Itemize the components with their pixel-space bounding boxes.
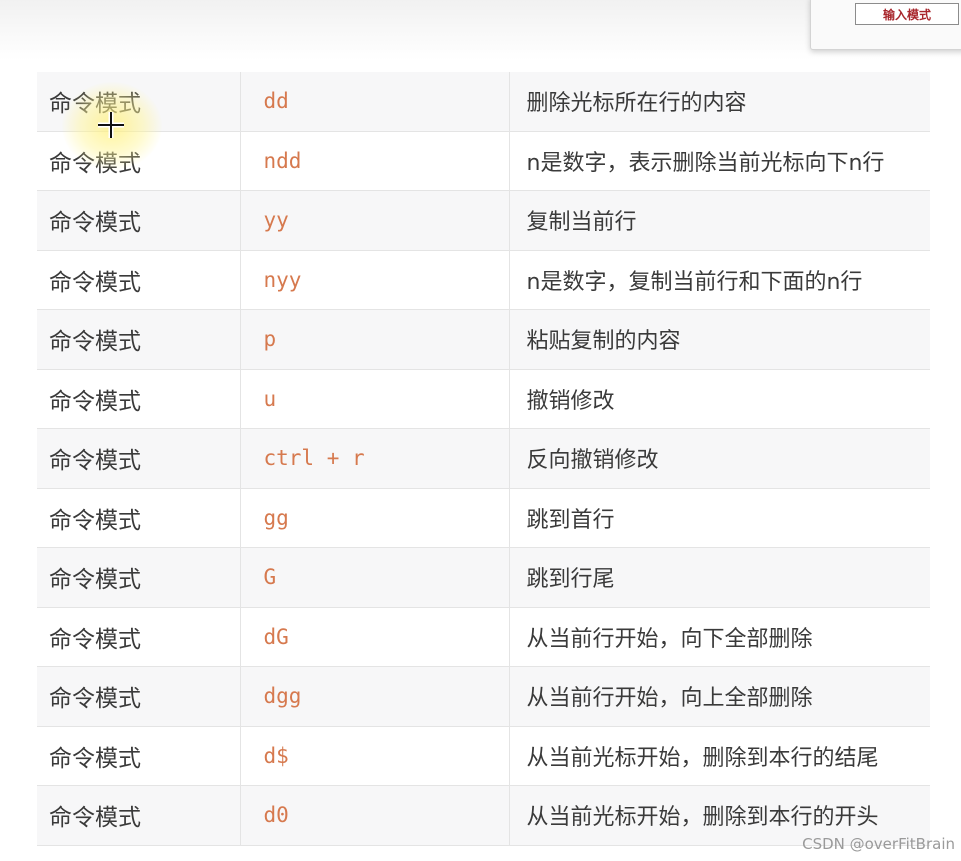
mode-indicator-panel: 输入模式	[810, 0, 961, 50]
mode-cell: 命令模式	[37, 369, 241, 429]
description-cell: 撤销修改	[509, 369, 930, 429]
description-cell: 粘贴复制的内容	[509, 309, 930, 370]
mode-cell: 命令模式	[37, 428, 241, 489]
command-cell: ctrl + r	[240, 428, 510, 489]
command-cell: nyy	[240, 250, 510, 310]
command-cell: ndd	[240, 131, 510, 191]
command-cell: dgg	[240, 666, 510, 727]
command-cell: dd	[240, 72, 510, 132]
table-row: 命令模式 d$ 从当前光标开始，删除到本行的结尾	[37, 726, 930, 786]
mode-cell: 命令模式	[37, 726, 241, 786]
command-cell: d0	[240, 785, 510, 846]
command-cell: u	[240, 369, 510, 429]
description-cell: 跳到行尾	[509, 547, 930, 608]
mode-cell: 命令模式	[37, 190, 241, 251]
table-row: 命令模式 gg 跳到首行	[37, 488, 930, 548]
description-cell: 复制当前行	[509, 190, 930, 251]
command-cell: gg	[240, 488, 510, 548]
description-cell: n是数字，复制当前行和下面的n行	[509, 250, 930, 310]
mode-cell: 命令模式	[37, 785, 241, 846]
mode-cell: 命令模式	[37, 131, 241, 191]
description-cell: n是数字，表示删除当前光标向下n行	[509, 131, 930, 191]
mode-cell: 命令模式	[37, 666, 241, 727]
mode-cell: 命令模式	[37, 72, 241, 132]
command-cell: dG	[240, 607, 510, 667]
mode-cell: 命令模式	[37, 250, 241, 310]
table-row: 命令模式 ctrl + r 反向撤销修改	[37, 428, 930, 489]
table-row: 命令模式 p 粘贴复制的内容	[37, 309, 930, 370]
table-row: 命令模式 d0 从当前光标开始，删除到本行的开头	[37, 785, 930, 846]
description-cell: 从当前行开始，向上全部删除	[509, 666, 930, 727]
description-cell: 从当前光标开始，删除到本行的结尾	[509, 726, 930, 786]
table-row: 命令模式 ndd n是数字，表示删除当前光标向下n行	[37, 131, 930, 191]
watermark: CSDN @overFitBrain	[802, 835, 955, 853]
description-cell: 从当前行开始，向下全部删除	[509, 607, 930, 667]
table-row: 命令模式 nyy n是数字，复制当前行和下面的n行	[37, 250, 930, 310]
description-cell: 反向撤销修改	[509, 428, 930, 489]
mode-cell: 命令模式	[37, 488, 241, 548]
table-row: 命令模式 dd 删除光标所在行的内容	[37, 72, 930, 132]
table-row: 命令模式 yy 复制当前行	[37, 190, 930, 251]
mode-cell: 命令模式	[37, 309, 241, 370]
table-row: 命令模式 dgg 从当前行开始，向上全部删除	[37, 666, 930, 727]
mode-indicator-badge: 输入模式	[855, 3, 959, 25]
mode-cell: 命令模式	[37, 607, 241, 667]
command-cell: d$	[240, 726, 510, 786]
description-cell: 跳到首行	[509, 488, 930, 548]
table-row: 命令模式 dG 从当前行开始，向下全部删除	[37, 607, 930, 667]
command-cell: yy	[240, 190, 510, 251]
table-row: 命令模式 G 跳到行尾	[37, 547, 930, 608]
command-cell: G	[240, 547, 510, 608]
vim-command-table: 命令模式 dd 删除光标所在行的内容 命令模式 ndd n是数字，表示删除当前光…	[37, 72, 930, 846]
table-row: 命令模式 u 撤销修改	[37, 369, 930, 429]
mode-cell: 命令模式	[37, 547, 241, 608]
description-cell: 删除光标所在行的内容	[509, 72, 930, 132]
command-cell: p	[240, 309, 510, 370]
